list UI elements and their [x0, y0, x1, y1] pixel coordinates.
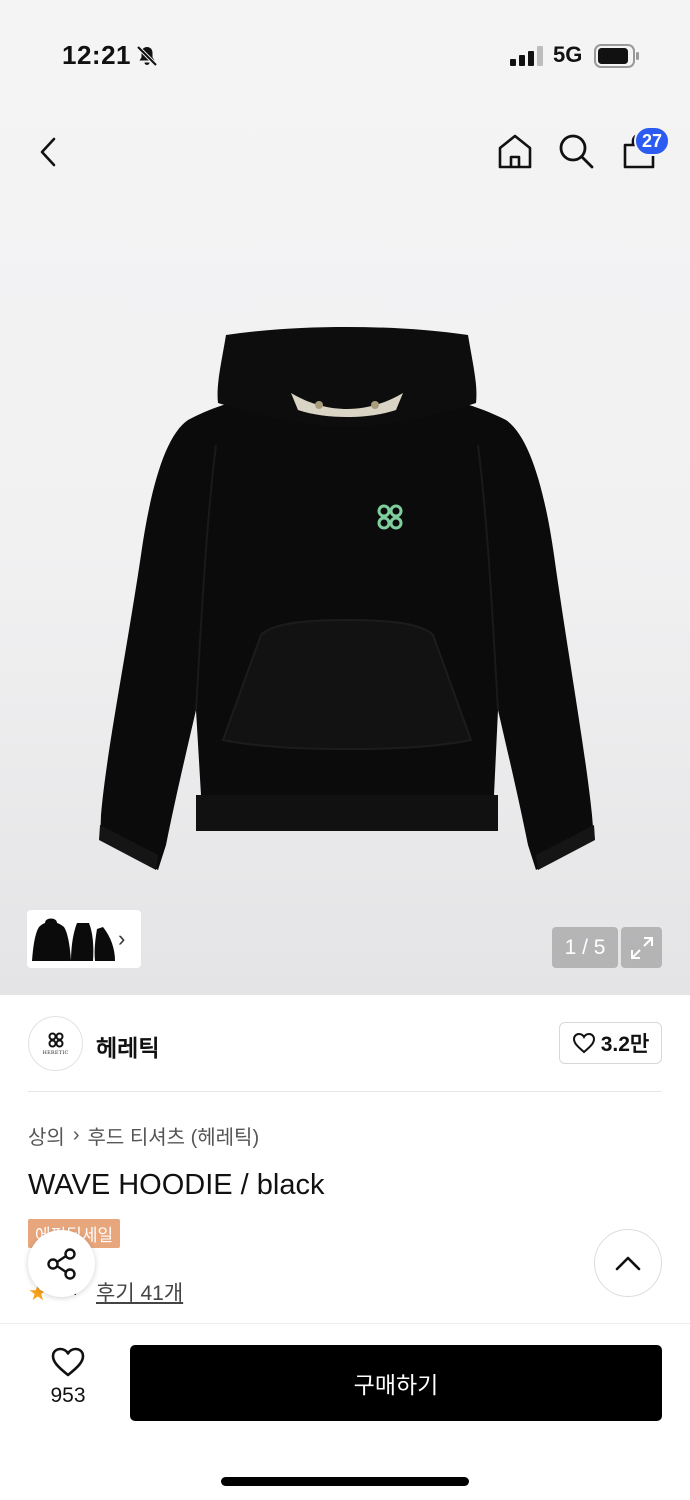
- brand-name[interactable]: 헤레틱: [96, 1029, 159, 1063]
- product-detail-screen: 12:21 5G 27 › 1 / 5 HERETIC 헤레틱 3.2만 상의 …: [0, 0, 690, 1500]
- back-button[interactable]: [28, 130, 68, 174]
- home-button[interactable]: [494, 130, 536, 172]
- search-icon: [559, 134, 594, 169]
- network-type: 5G: [553, 42, 583, 67]
- breadcrumb-subcategory[interactable]: 후드 티셔츠 (헤레틱): [87, 1121, 259, 1150]
- thumbnail-image[interactable]: [31, 913, 117, 965]
- chevron-left-icon: [40, 137, 56, 167]
- search-button[interactable]: [556, 130, 596, 172]
- home-indicator[interactable]: [221, 1477, 469, 1486]
- scroll-top-button[interactable]: [594, 1229, 662, 1297]
- breadcrumb: 상의 › 후드 티셔츠 (헤레틱): [28, 1121, 259, 1150]
- image-counter: 1 / 5: [552, 927, 618, 968]
- brand-logo-text: HERETIC: [42, 1050, 69, 1056]
- share-button[interactable]: [28, 1230, 95, 1297]
- bell-muted-icon: [136, 45, 158, 67]
- thumbnail-next-icon[interactable]: ›: [118, 926, 125, 952]
- battery-icon: [594, 44, 639, 68]
- cart-count-badge: 27: [634, 126, 671, 156]
- divider: [28, 1091, 662, 1092]
- brand-emblem-icon: [48, 1032, 63, 1048]
- heart-icon: [572, 1032, 595, 1054]
- review-count-link[interactable]: 후기 41개: [96, 1277, 183, 1307]
- bottom-bar-divider: [0, 1323, 690, 1324]
- buy-button[interactable]: 구매하기: [130, 1345, 662, 1421]
- brand-like-count: 3.2만: [600, 1033, 650, 1056]
- expand-image-button[interactable]: [621, 927, 662, 968]
- heart-icon: [51, 1347, 85, 1377]
- chevron-right-icon: ›: [72, 1124, 80, 1146]
- product-image[interactable]: [96, 325, 598, 875]
- brand-like-button[interactable]: 3.2만: [559, 1022, 662, 1064]
- expand-icon: [630, 936, 653, 959]
- wishlist-button[interactable]: 953: [28, 1346, 108, 1420]
- brand-logo[interactable]: HERETIC: [28, 1016, 83, 1071]
- breadcrumb-category[interactable]: 상의: [28, 1121, 65, 1150]
- share-icon: [46, 1247, 76, 1280]
- wishlist-count: 953: [50, 1384, 86, 1407]
- product-title: WAVE HOODIE / black: [28, 1169, 325, 1201]
- status-time: 12:21: [62, 40, 131, 70]
- cellular-signal-icon: [510, 46, 543, 66]
- chevron-up-icon: [615, 1256, 641, 1271]
- home-icon: [498, 134, 532, 169]
